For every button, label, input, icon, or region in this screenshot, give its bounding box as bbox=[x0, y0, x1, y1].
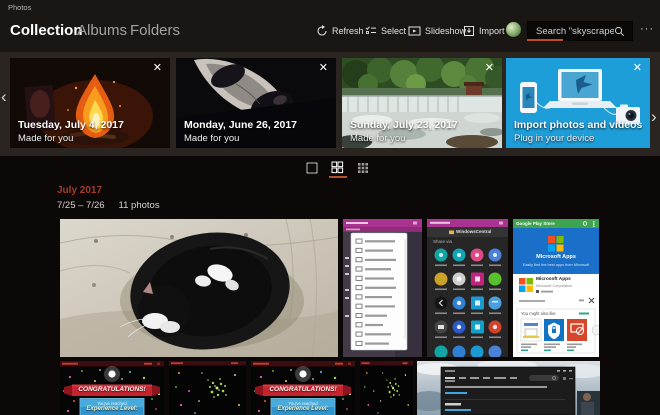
single-square-icon bbox=[306, 162, 318, 174]
photo-game-fireworks-1[interactable] bbox=[169, 361, 246, 415]
carousel-card-july4[interactable]: ✕ Tuesday, July 4, 2017 Made for you bbox=[10, 58, 170, 148]
refresh-icon bbox=[316, 25, 328, 37]
section-meta: 7/25 – 7/26 11 photos bbox=[57, 200, 160, 211]
photo-screenshot-store-clouds[interactable] bbox=[417, 361, 600, 415]
search-box[interactable] bbox=[527, 21, 633, 41]
play-store-app-name: Microsoft Apps bbox=[536, 277, 571, 282]
card-title: Monday, June 26, 2017 bbox=[184, 119, 297, 131]
dismiss-card-icon[interactable]: ✕ bbox=[153, 61, 162, 74]
share-screenshot-title: Share via bbox=[433, 239, 452, 244]
photo-screenshot-share-sheet[interactable]: WindowsCentral Share via bbox=[427, 219, 508, 357]
cat-photo-art bbox=[60, 219, 338, 357]
refresh-button[interactable]: Refresh bbox=[316, 24, 364, 38]
card-subtitle: Made for you bbox=[184, 133, 239, 144]
congrats-banner-text: CONGRATULATIONS! bbox=[60, 386, 164, 393]
see-more-button[interactable]: ··· bbox=[640, 23, 654, 35]
congrats-line2: Experience Level: bbox=[251, 406, 355, 412]
congrats-banner-text: CONGRATULATIONS! bbox=[251, 386, 355, 393]
photo-game-congratulations-1[interactable]: CONGRATULATIONS! You've reached Experien… bbox=[60, 361, 164, 415]
tab-collection[interactable]: Collection bbox=[10, 22, 83, 39]
play-store-screenshot-art bbox=[513, 219, 599, 357]
grid-3x3-icon bbox=[357, 162, 369, 174]
select-label: Select bbox=[381, 26, 406, 36]
card-subtitle: Made for you bbox=[18, 133, 73, 144]
grid-2x2-icon bbox=[331, 161, 344, 174]
photo-game-fireworks-2[interactable] bbox=[360, 361, 413, 415]
photo-screenshot-file-list[interactable] bbox=[343, 219, 422, 357]
slideshow-icon bbox=[408, 25, 421, 37]
fireworks-art bbox=[360, 361, 413, 415]
search-icon bbox=[614, 26, 625, 37]
share-screenshot-header: WindowsCentral bbox=[456, 229, 491, 234]
date-range: 7/25 – 7/26 bbox=[57, 200, 105, 211]
select-icon bbox=[365, 25, 377, 37]
import-label: Import bbox=[479, 26, 505, 36]
carousel-card-import[interactable]: ✕ Import photos and videos Plug in your … bbox=[506, 58, 650, 148]
store-window-screenshot-art bbox=[417, 361, 600, 415]
carousel-prev-button[interactable]: ‹ bbox=[1, 88, 7, 105]
play-store-suggest-label: You might also like bbox=[521, 311, 556, 316]
view-toggle-small[interactable] bbox=[357, 161, 369, 179]
slideshow-button[interactable]: Slideshow bbox=[408, 24, 466, 38]
card-subtitle: Made for you bbox=[350, 133, 405, 144]
photo-count: 11 photos bbox=[119, 200, 160, 211]
dismiss-card-icon[interactable]: ✕ bbox=[485, 61, 494, 74]
dismiss-card-icon[interactable]: ✕ bbox=[633, 61, 642, 74]
card-title: Tuesday, July 4, 2017 bbox=[18, 119, 124, 131]
month-header[interactable]: July 2017 bbox=[57, 185, 102, 196]
import-button[interactable]: Import bbox=[463, 24, 505, 38]
tab-albums[interactable]: Albums bbox=[77, 22, 127, 39]
account-avatar[interactable] bbox=[506, 22, 521, 37]
window-title: Photos bbox=[8, 3, 31, 12]
tab-folders[interactable]: Folders bbox=[130, 22, 180, 39]
search-input[interactable] bbox=[528, 26, 614, 37]
photo-cat[interactable] bbox=[60, 219, 338, 357]
card-title: Sunday, July 23, 2017 bbox=[350, 119, 458, 131]
carousel-next-button[interactable]: › bbox=[651, 108, 657, 125]
photo-game-congratulations-2[interactable]: CONGRATULATIONS! You've reached Experien… bbox=[251, 361, 355, 415]
play-store-banner-title: Microsoft Apps bbox=[513, 254, 599, 260]
play-store-banner-subtitle: Easily find the best apps from Microsoft bbox=[513, 263, 599, 267]
import-icon bbox=[463, 25, 475, 37]
play-store-appbar-title: Google Play Store bbox=[516, 221, 555, 226]
select-button[interactable]: Select bbox=[365, 24, 406, 38]
fireworks-art bbox=[169, 361, 246, 415]
play-store-publisher: Microsoft Corporation bbox=[536, 284, 572, 288]
dismiss-card-icon[interactable]: ✕ bbox=[319, 61, 328, 74]
photo-screenshot-play-store[interactable]: Google Play Store Microsoft Apps Easily … bbox=[513, 219, 599, 357]
refresh-label: Refresh bbox=[332, 26, 364, 36]
file-list-screenshot-art bbox=[343, 219, 422, 357]
search-accent-underline bbox=[527, 39, 563, 41]
slideshow-label: Slideshow bbox=[425, 26, 466, 36]
view-toggle-large[interactable] bbox=[306, 161, 318, 179]
card-subtitle: Plug in your device bbox=[514, 133, 594, 144]
view-toggle-accent-underline bbox=[329, 176, 347, 178]
carousel-card-june26[interactable]: ✕ Monday, June 26, 2017 Made for you bbox=[176, 58, 336, 148]
congrats-line2: Experience Level: bbox=[60, 406, 164, 412]
card-title: Import photos and videos bbox=[514, 119, 642, 131]
carousel-card-july23[interactable]: ✕ Sunday, July 23, 2017 Made for you bbox=[342, 58, 502, 148]
photos-app-window: Photos Collection Albums Folders Refresh… bbox=[0, 0, 660, 415]
